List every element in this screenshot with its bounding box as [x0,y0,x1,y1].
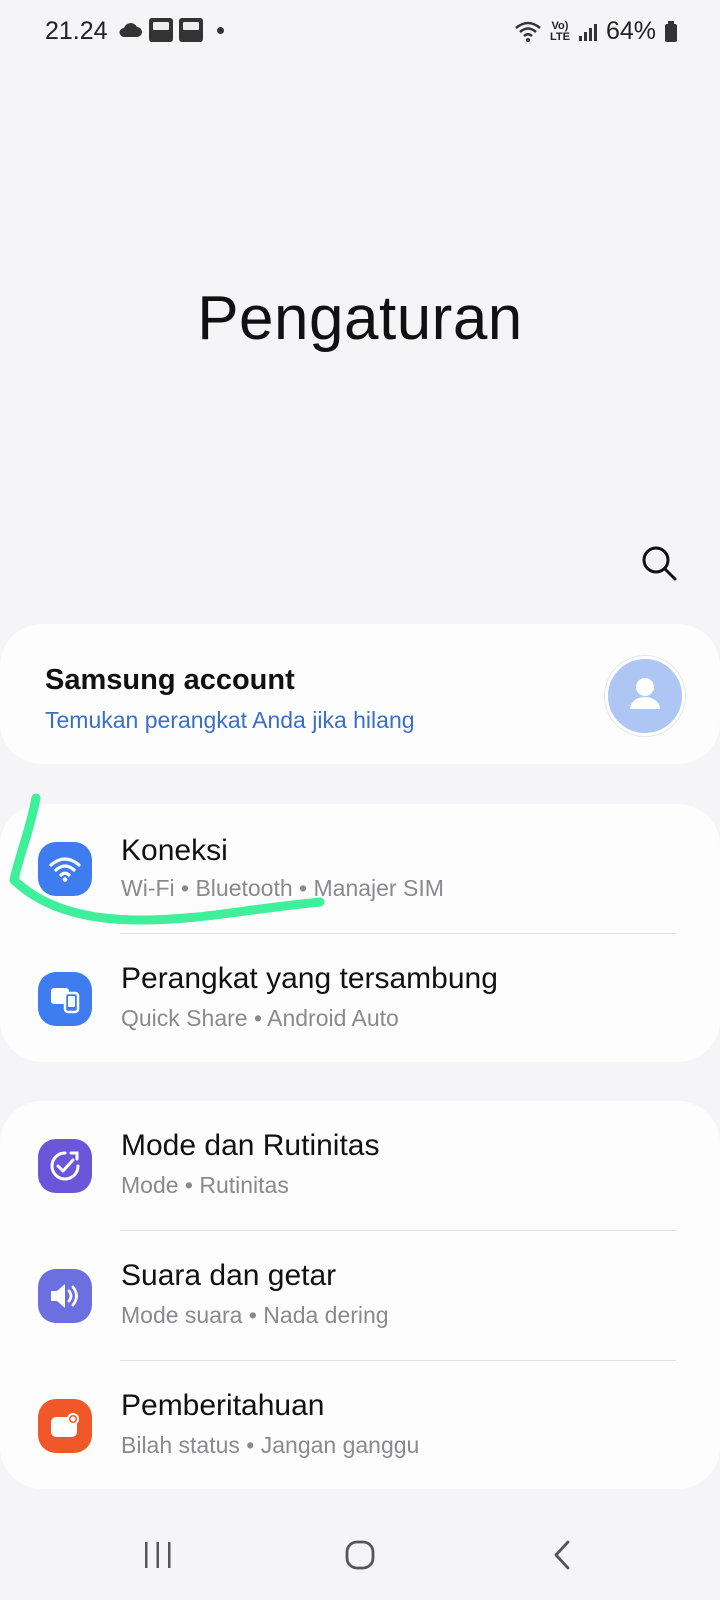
account-title: Samsung account [45,664,295,696]
person-icon [630,678,660,709]
home-icon [345,1540,375,1570]
devices-icon [51,988,80,1014]
battery-percent: 64% [605,17,656,45]
pdf-notification-icon [149,18,173,42]
pdf-notification-icon [179,18,203,42]
avatar[interactable] [605,656,685,736]
page-title: Pengaturan [197,284,523,353]
item-title: Koneksi [121,834,228,867]
recent-apps-button[interactable] [128,1530,188,1580]
settings-item-mode-rutinitas[interactable]: Mode dan Rutinitas Mode • Rutinitas [0,1101,720,1231]
samsung-account-card[interactable]: Samsung account Temukan perangkat Anda j… [0,624,720,764]
settings-item-koneksi[interactable]: Koneksi Wi-Fi • Bluetooth • Manajer SIM [0,804,720,934]
item-subtitle: Quick Share • Android Auto [121,1005,399,1031]
navigation-bar [0,1510,720,1600]
settings-item-perangkat-tersambung[interactable]: Perangkat yang tersambung Quick Share • … [0,934,720,1064]
status-left-icons [117,18,224,42]
wifi-status-icon [515,21,541,42]
wifi-icon [49,857,81,882]
item-subtitle: Bilah status • Jangan ganggu [121,1432,420,1458]
settings-item-pemberitahuan[interactable]: Pemberitahuan Bilah status • Jangan gang… [0,1361,720,1491]
status-bar: 21.24 Vo) LTE 64% [0,0,720,66]
routine-icon [50,1151,80,1181]
item-subtitle: Wi-Fi • Bluetooth • Manajer SIM [121,875,444,901]
koneksi-icon-tile [38,842,92,896]
settings-item-suara-getar[interactable]: Suara dan getar Mode suara • Nada dering [0,1231,720,1361]
back-icon [554,1540,570,1570]
routine-icon-tile [38,1139,92,1193]
battery-icon [665,20,677,42]
back-button[interactable] [532,1530,592,1580]
item-title: Pemberitahuan [121,1389,325,1422]
settings-group-1: Koneksi Wi-Fi • Bluetooth • Manajer SIM … [0,804,720,1062]
item-title: Suara dan getar [121,1259,337,1292]
devices-icon-tile [38,972,92,1026]
speaker-icon [51,1284,78,1308]
search-icon [642,546,677,581]
status-time: 21.24 [45,17,108,45]
volte-lte-icon: Vo) LTE [549,19,570,43]
item-title: Mode dan Rutinitas [121,1129,380,1162]
speaker-icon-tile [38,1269,92,1323]
cloud-icon [119,23,142,37]
item-title: Perangkat yang tersambung [121,962,498,995]
notification-icon-tile [38,1399,92,1453]
more-notifications-icon [217,26,224,34]
signal-icon [578,23,597,41]
settings-group-2: Mode dan Rutinitas Mode • Rutinitas Suar… [0,1101,720,1489]
home-button[interactable] [330,1530,390,1580]
status-right-icons: Vo) LTE 64% [514,17,678,46]
search-button[interactable] [638,542,682,586]
item-subtitle: Mode suara • Nada dering [121,1302,389,1328]
recent-apps-icon [145,1542,171,1568]
item-subtitle: Mode • Rutinitas [121,1172,289,1198]
account-subtitle-link[interactable]: Temukan perangkat Anda jika hilang [45,707,415,734]
notification-icon [51,1413,79,1437]
